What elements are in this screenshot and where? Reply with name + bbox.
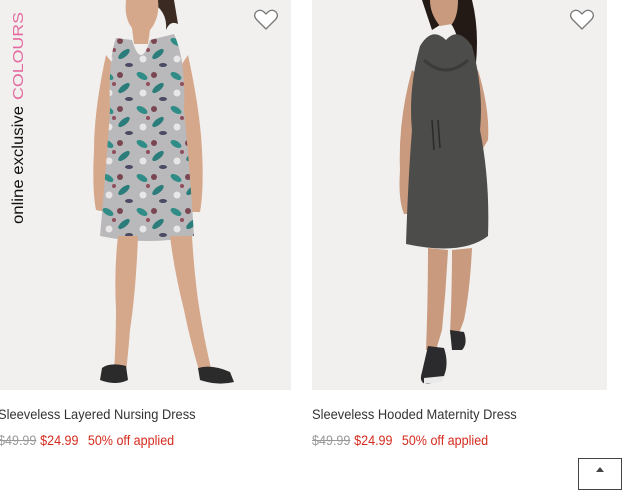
badge-prefix: online exclusive: [10, 106, 27, 224]
product-price: $49.99 $24.99 50% off applied: [0, 433, 174, 448]
product-image[interactable]: online exclusive COLOURS: [0, 0, 291, 390]
sale-price: $24.99: [40, 433, 79, 448]
promo-text: 50% off applied: [401, 433, 489, 448]
product-image[interactable]: [312, 0, 607, 390]
heart-icon: [569, 9, 595, 30]
promo-text: 50% off applied: [87, 433, 175, 448]
favorite-button[interactable]: [253, 8, 279, 32]
chevron-up-icon: [596, 467, 604, 472]
back-to-top-button[interactable]: [578, 458, 622, 490]
heart-icon: [253, 9, 279, 30]
floral-dress-photo: [93, 0, 234, 384]
product-name[interactable]: Sleeveless Hooded Maternity Dress: [312, 406, 517, 422]
badge-highlight: COLOURS: [10, 12, 27, 100]
product-name[interactable]: Sleeveless Layered Nursing Dress: [0, 406, 196, 422]
product-price: $49.99 $24.99 50% off applied: [312, 433, 488, 448]
product-card[interactable]: Sleeveless Hooded Maternity Dress $49.99…: [312, 0, 607, 448]
grey-hooded-dress-photo: [399, 0, 489, 384]
favorite-button[interactable]: [569, 8, 595, 32]
online-exclusive-badge: online exclusive COLOURS: [8, 10, 28, 224]
sale-price: $24.99: [354, 433, 393, 448]
original-price: $49.99: [312, 433, 351, 448]
original-price: $49.99: [0, 433, 37, 448]
product-card[interactable]: online exclusive COLOURS Sleeveless Laye…: [0, 0, 291, 448]
